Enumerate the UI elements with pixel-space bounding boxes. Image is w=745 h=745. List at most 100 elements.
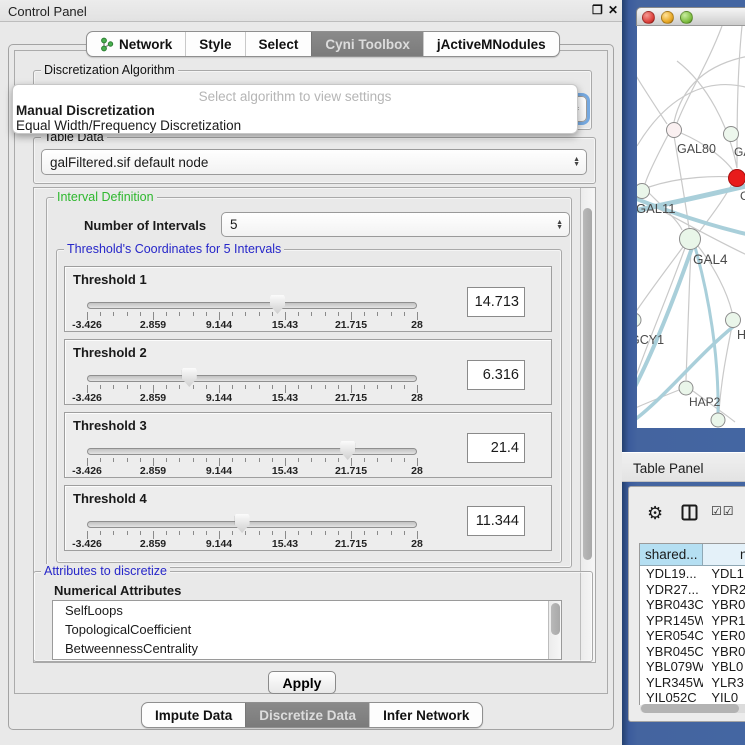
network-node-ha[interactable] xyxy=(726,313,741,328)
tick-mark xyxy=(391,312,392,316)
algorithm-option-equal-width[interactable]: Equal Width/Frequency Discretization xyxy=(16,118,241,133)
slider-track[interactable] xyxy=(87,302,417,309)
tick-mark xyxy=(179,385,180,389)
tab-cyni-toolbox[interactable]: Cyni Toolbox xyxy=(311,32,423,56)
tick-mark xyxy=(338,312,339,316)
tick-label: 15.43 xyxy=(272,319,298,331)
network-node-c[interactable] xyxy=(729,170,745,187)
table-hscrollbar-thumb[interactable] xyxy=(641,704,739,713)
network-node-gal80[interactable] xyxy=(667,123,682,138)
network-node-label: GAL80 xyxy=(677,142,716,156)
table-row[interactable]: YDL19...YDL1 xyxy=(640,566,745,582)
network-node-gal11[interactable] xyxy=(637,184,650,199)
tick-mark xyxy=(338,531,339,535)
network-node-gal4[interactable] xyxy=(680,229,701,250)
tab-select[interactable]: Select xyxy=(245,32,312,56)
tick-label: 2.859 xyxy=(140,392,166,404)
threshold-value-field[interactable]: 6.316 xyxy=(467,360,525,390)
tick-mark xyxy=(100,312,101,316)
threshold-panel: Threshold 1-3.4262.8599.14415.4321.71528… xyxy=(64,266,552,332)
float-window-icon[interactable]: ❐ xyxy=(592,3,603,17)
threshold-panel: Threshold 3-3.4262.8599.14415.4321.71528… xyxy=(64,412,552,478)
network-node-label: HA xyxy=(737,328,745,342)
table-panel: ⚙ ☑☑ shared... na YDL19...YDL1YDR27...YD… xyxy=(628,486,745,722)
tab-network[interactable]: Network xyxy=(87,32,185,56)
threshold-value-field[interactable]: 14.713 xyxy=(467,287,525,317)
network-node-label: GCY1 xyxy=(637,333,664,347)
tab-discretize-data[interactable]: Discretize Data xyxy=(245,703,369,727)
table-row[interactable]: YLR345WYLR3 xyxy=(640,675,745,691)
tick-label: -3.426 xyxy=(72,392,102,404)
tick-mark xyxy=(311,458,312,462)
threshold-panel: Threshold 2-3.4262.8599.14415.4321.71528… xyxy=(64,339,552,405)
tab-jactivemnodules[interactable]: jActiveMNodules xyxy=(423,32,559,56)
slider-track[interactable] xyxy=(87,448,417,455)
table-row[interactable]: YER054CYER0 xyxy=(640,628,745,644)
table-row[interactable]: YBR043CYBR0 xyxy=(640,597,745,613)
settings-scrollbar-thumb[interactable] xyxy=(583,208,592,560)
table-horizontal-scrollbar[interactable] xyxy=(640,704,745,713)
tick-mark xyxy=(272,385,273,389)
tab-infer-network[interactable]: Infer Network xyxy=(369,703,482,727)
attributes-scrollbar-thumb[interactable] xyxy=(551,603,560,635)
table-row[interactable]: YPR145WYPR1 xyxy=(640,613,745,629)
tick-label: 21.715 xyxy=(335,538,367,550)
table-data-combobox[interactable]: galFiltered.sif default node ▲▼ xyxy=(41,149,587,175)
gear-icon[interactable]: ⚙ xyxy=(647,503,663,524)
tick-mark xyxy=(166,531,167,535)
network-node-ga[interactable] xyxy=(724,127,739,142)
attributes-list-scrollbar[interactable] xyxy=(548,601,561,659)
tick-mark xyxy=(272,531,273,535)
tick-mark xyxy=(193,531,194,535)
algorithm-option-manual[interactable]: Manual Discretization xyxy=(16,103,155,118)
close-window-icon[interactable]: ✕ xyxy=(608,3,618,17)
tab-impute-data[interactable]: Impute Data xyxy=(142,703,245,727)
threshold-value-field[interactable]: 11.344 xyxy=(467,506,525,536)
apply-button[interactable]: Apply xyxy=(268,671,336,694)
tick-mark xyxy=(206,531,207,535)
algorithm-dropdown-popup: Select algorithm to view settings Manual… xyxy=(12,84,578,134)
attribute-list-item[interactable]: SelfLoops xyxy=(53,601,561,620)
minimize-traffic-light-icon[interactable] xyxy=(661,11,674,24)
tick-label: 21.715 xyxy=(335,465,367,477)
tick-mark xyxy=(113,385,114,389)
network-canvas[interactable]: GAL80GACGAL11GAL4GCY1HAHAP2 xyxy=(637,26,745,428)
tick-mark xyxy=(245,312,246,316)
maximize-traffic-light-icon[interactable] xyxy=(680,11,693,24)
close-traffic-light-icon[interactable] xyxy=(642,11,655,24)
tick-label: 15.43 xyxy=(272,538,298,550)
table-row[interactable]: YIL052CYIL0 xyxy=(640,690,745,705)
column-header-name[interactable]: na xyxy=(703,544,745,565)
number-of-intervals-combobox[interactable]: 5 ▲▼ xyxy=(221,212,570,237)
tick-label: 21.715 xyxy=(335,319,367,331)
combo-arrows-icon: ▲▼ xyxy=(556,220,563,230)
network-window-titlebar[interactable] xyxy=(636,7,745,26)
tick-mark xyxy=(127,531,128,535)
table-row[interactable]: YDR27...YDR2 xyxy=(640,582,745,598)
attribute-list-item[interactable]: BetweennessCentrality xyxy=(53,639,561,658)
combo-arrows-icon: ▲▼ xyxy=(573,157,580,167)
network-view-window: GAL80GACGAL11GAL4GCY1HAHAP2 xyxy=(636,7,745,428)
network-node-hap2[interactable] xyxy=(679,381,693,395)
control-panel-titlebar: Control Panel ❐ ✕ xyxy=(0,0,622,22)
select-columns-icon[interactable]: ☑☑ xyxy=(711,504,735,518)
slider-track[interactable] xyxy=(87,521,417,528)
threshold-value-field[interactable]: 21.4 xyxy=(467,433,525,463)
table-row[interactable]: YBR045CYBR0 xyxy=(640,644,745,660)
split-columns-icon[interactable] xyxy=(681,504,698,521)
tick-mark xyxy=(298,312,299,316)
tab-style[interactable]: Style xyxy=(185,32,244,56)
network-node[interactable] xyxy=(711,413,725,427)
tick-mark xyxy=(338,458,339,462)
tick-mark xyxy=(245,531,246,535)
thresholds-group-title: Threshold's Coordinates for 5 Intervals xyxy=(64,242,284,256)
network-node-label: C xyxy=(740,189,745,203)
slider-track[interactable] xyxy=(87,375,417,382)
table-row[interactable]: YBL079WYBL0 xyxy=(640,659,745,675)
tick-mark xyxy=(259,385,260,389)
column-header-shared-name[interactable]: shared... xyxy=(640,544,703,565)
tick-mark xyxy=(127,385,128,389)
network-node-gcy1[interactable] xyxy=(637,313,641,327)
attribute-list-item[interactable]: TopologicalCoefficient xyxy=(53,620,561,639)
tick-mark xyxy=(232,312,233,316)
